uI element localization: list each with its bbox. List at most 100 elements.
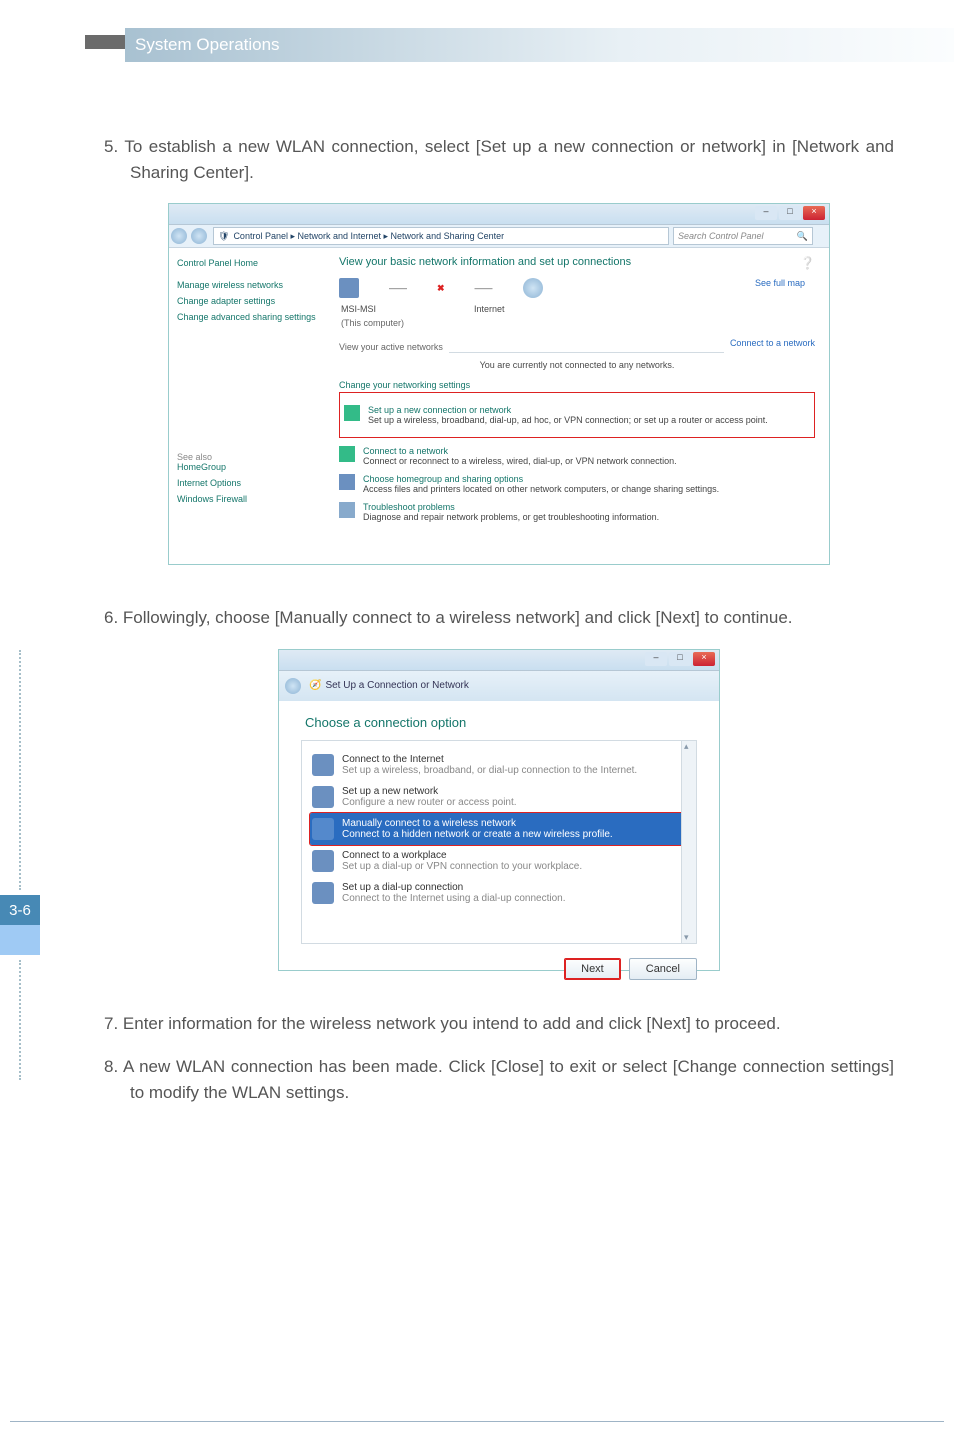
option-title: Troubleshoot problems	[363, 502, 659, 512]
see-full-map-link[interactable]: See full map	[755, 278, 805, 332]
margin-accent	[0, 925, 40, 955]
wizard-options-list: Connect to the Internet Set up a wireles…	[301, 740, 697, 944]
wireless-icon	[312, 818, 334, 840]
see-also-link[interactable]: Windows Firewall	[177, 494, 317, 504]
option-connect-network[interactable]: Connect to a network Connect or reconnec…	[339, 446, 815, 466]
screenshot-connection-wizard: – □ × 🧭 Set Up a Connection or Network C…	[278, 649, 720, 971]
active-networks-heading: View your active networks	[339, 342, 443, 352]
sidebar-link[interactable]: Manage wireless networks	[177, 280, 317, 290]
window-close-button[interactable]: ×	[693, 652, 715, 666]
option-desc: Connect or reconnect to a wireless, wire…	[363, 456, 677, 466]
option-title: Connect to a workplace	[342, 850, 582, 861]
option-desc: Set up a dial-up or VPN connection to yo…	[342, 861, 582, 872]
node-computer: MSI-MSI	[341, 304, 404, 314]
wizard-back-button[interactable]	[285, 678, 301, 694]
see-also-heading: See also	[177, 452, 317, 462]
option-desc: Access files and printers located on oth…	[363, 484, 719, 494]
screenshot-network-sharing-center: – □ × 🛡 Control Panel ▸ Network and Inte…	[168, 203, 830, 565]
network-sharing-main: ❔ View your basic network information an…	[325, 248, 829, 564]
option-title: Connect to the Internet	[342, 754, 637, 765]
connect-icon	[339, 446, 355, 462]
next-button[interactable]: Next	[564, 958, 621, 980]
search-input[interactable]: Search Control Panel 🔍	[673, 227, 813, 245]
wizard-option-dialup[interactable]: Set up a dial-up connection Connect to t…	[310, 877, 692, 909]
node-computer-sub: (This computer)	[341, 318, 404, 328]
option-desc: Set up a wireless, broadband, dial-up, a…	[368, 415, 768, 425]
option-title: Set up a new connection or network	[368, 405, 768, 415]
wizard-titlebar: – □ ×	[279, 650, 719, 671]
active-networks-message: You are currently not connected to any n…	[339, 360, 815, 370]
wizard-option-workplace[interactable]: Connect to a workplace Set up a dial-up …	[310, 845, 692, 877]
dialup-icon	[312, 882, 334, 904]
cancel-button[interactable]: Cancel	[629, 958, 697, 980]
option-homegroup[interactable]: Choose homegroup and sharing options Acc…	[339, 474, 815, 494]
option-title: Manually connect to a wireless network	[342, 818, 613, 829]
step-5: 5. To establish a new WLAN connection, s…	[104, 134, 894, 185]
map-line: ——	[389, 283, 407, 293]
change-settings-heading: Change your networking settings	[339, 380, 815, 390]
window-min-button[interactable]: –	[645, 652, 667, 666]
wizard-header: 🧭 Set Up a Connection or Network	[279, 671, 719, 701]
see-also-link[interactable]: Internet Options	[177, 478, 317, 488]
map-line: ——	[475, 283, 493, 293]
node-internet: Internet	[474, 304, 505, 332]
internet-icon	[523, 278, 543, 298]
wizard-option-internet[interactable]: Connect to the Internet Set up a wireles…	[310, 749, 692, 781]
option-troubleshoot[interactable]: Troubleshoot problems Diagnose and repai…	[339, 502, 815, 522]
main-heading: View your basic network information and …	[339, 256, 815, 268]
option-title: Set up a dial-up connection	[342, 882, 565, 893]
window-close-button[interactable]: ×	[803, 206, 825, 220]
page-number: 3-6	[0, 895, 40, 925]
wizard-option-new-network[interactable]: Set up a new network Configure a new rou…	[310, 781, 692, 813]
breadcrumb-text: Control Panel ▸ Network and Internet ▸ N…	[233, 231, 504, 242]
address-bar: 🛡 Control Panel ▸ Network and Internet ▸…	[169, 225, 829, 248]
option-desc: Configure a new router or access point.	[342, 797, 517, 808]
option-title: Choose homegroup and sharing options	[363, 474, 719, 484]
chapter-header: System Operations	[125, 28, 954, 62]
help-icon[interactable]: ❔	[800, 256, 815, 270]
window-titlebar: – □ ×	[169, 204, 829, 225]
control-panel-home-link[interactable]: Control Panel Home	[177, 258, 317, 268]
step-8: 8. A new WLAN connection has been made. …	[104, 1054, 894, 1105]
wizard-option-manual-wireless[interactable]: Manually connect to a wireless network C…	[310, 813, 692, 845]
sidebar-link[interactable]: Change adapter settings	[177, 296, 317, 306]
option-desc: Connect to the Internet using a dial-up …	[342, 893, 565, 904]
option-title: Set up a new network	[342, 786, 517, 797]
homegroup-icon	[339, 474, 355, 490]
page-footer-rule	[10, 1421, 944, 1422]
see-also-link[interactable]: HomeGroup	[177, 462, 317, 472]
sidebar-link[interactable]: Change advanced sharing settings	[177, 312, 317, 322]
highlight-box: Set up a new connection or network Set u…	[339, 392, 815, 438]
disconnected-icon: ✖	[437, 283, 445, 294]
window-max-button[interactable]: □	[669, 652, 691, 666]
margin-dots-bottom	[19, 960, 21, 1080]
workplace-icon	[312, 850, 334, 872]
option-desc: Diagnose and repair network problems, or…	[363, 512, 659, 522]
control-panel-sidebar: Control Panel Home Manage wireless netwo…	[169, 248, 325, 564]
troubleshoot-icon	[339, 502, 355, 518]
option-desc: Connect to a hidden network or create a …	[342, 829, 613, 840]
chapter-title: System Operations	[125, 35, 280, 55]
window-max-button[interactable]: □	[779, 206, 801, 220]
step-6: 6. Followingly, choose [Manually connect…	[104, 605, 894, 631]
scrollbar[interactable]	[681, 741, 696, 943]
margin-dots-top	[19, 650, 21, 890]
wizard-heading: Choose a connection option	[305, 715, 719, 730]
new-connection-icon	[344, 405, 360, 421]
globe-icon	[312, 754, 334, 776]
computer-icon	[339, 278, 359, 298]
nav-back-button[interactable]	[171, 228, 187, 244]
connect-to-network-link[interactable]: Connect to a network	[730, 338, 815, 356]
option-title: Connect to a network	[363, 446, 677, 456]
wizard-title: Set Up a Connection or Network	[325, 680, 468, 691]
header-gradient-stub	[85, 35, 127, 49]
option-desc: Set up a wireless, broadband, or dial-up…	[342, 765, 637, 776]
router-icon	[312, 786, 334, 808]
search-placeholder: Search Control Panel	[678, 231, 764, 241]
breadcrumb[interactable]: 🛡 Control Panel ▸ Network and Internet ▸…	[213, 227, 669, 245]
window-min-button[interactable]: –	[755, 206, 777, 220]
step-7: 7. Enter information for the wireless ne…	[104, 1011, 894, 1037]
nav-forward-button[interactable]	[191, 228, 207, 244]
option-setup-new-connection[interactable]: Set up a new connection or network Set u…	[344, 405, 810, 425]
search-icon: 🔍	[797, 231, 808, 242]
